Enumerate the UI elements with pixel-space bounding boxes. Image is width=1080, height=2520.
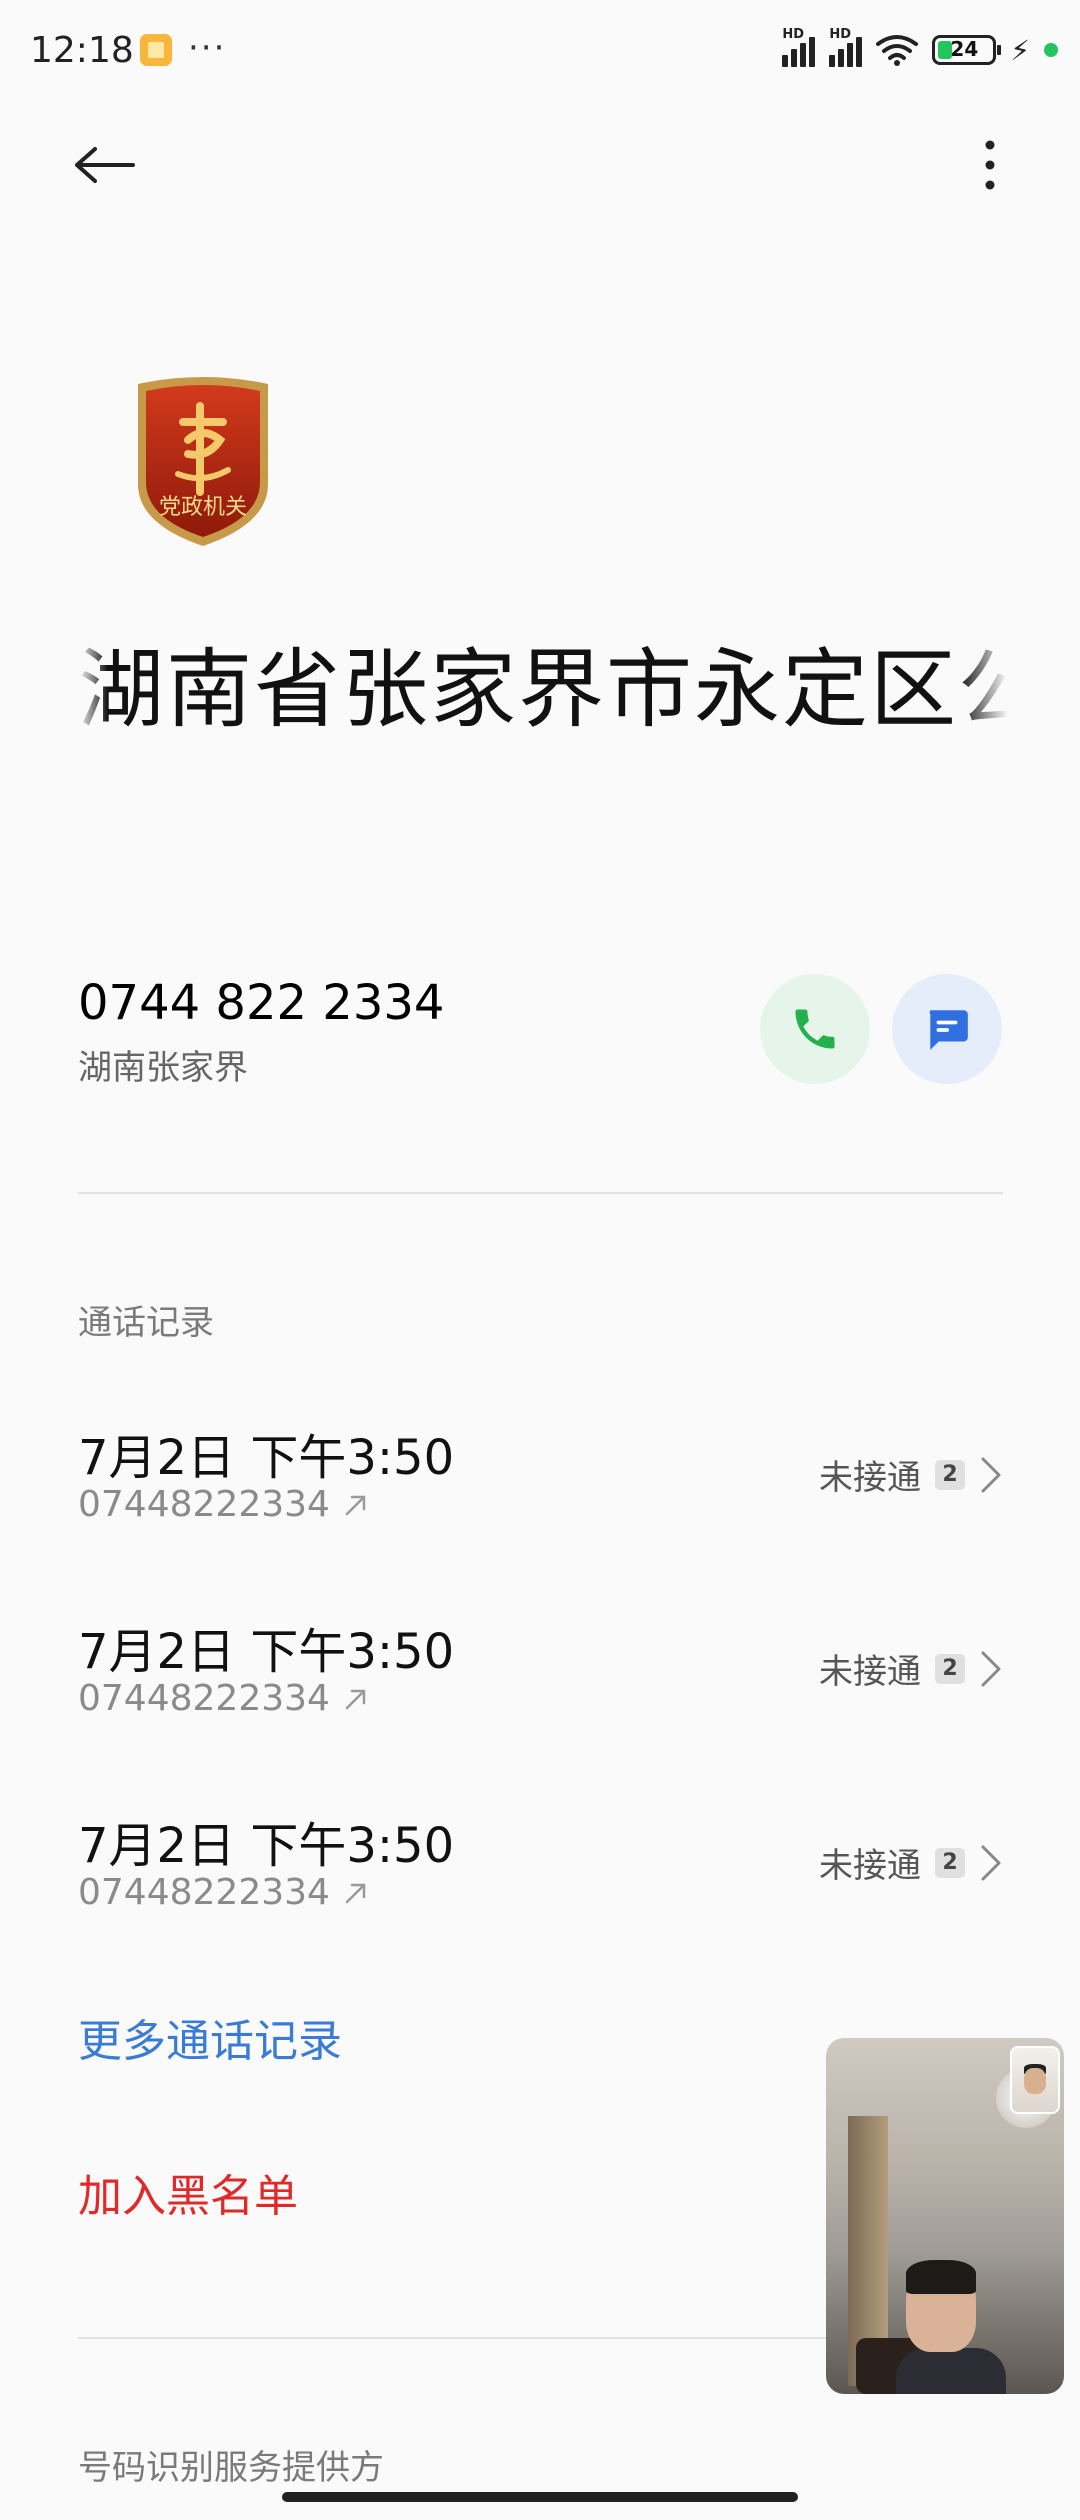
more-notifications-icon: ··· [188, 28, 227, 68]
contact-name: 湖南省张家界市永定区公 [78, 640, 1008, 740]
divider [78, 1192, 1003, 1194]
message-icon [929, 1010, 968, 1050]
contact-logo: 党政机关 [128, 374, 278, 550]
battery-level: 24 [950, 37, 979, 61]
call-number-line: 07448222334 [78, 1872, 370, 1913]
call-log-row[interactable]: 7月2日 下午3:50 07448222334 未接通 2 [78, 1806, 1003, 1946]
call-number-line: 07448222334 [78, 1484, 370, 1525]
call-datetime: 7月2日 下午3:50 [78, 1818, 455, 1874]
call-status: 未接通 2 [819, 1644, 1003, 1693]
outgoing-call-icon [345, 1689, 366, 1709]
signal-icon: HD [782, 27, 816, 67]
call-number: 07448222334 [78, 1872, 330, 1913]
hd-label: HD [782, 27, 804, 42]
call-button[interactable] [760, 974, 870, 1084]
add-to-blacklist-button[interactable]: 加入黑名单 [78, 2160, 298, 2224]
call-status: 未接通 2 [819, 1838, 1003, 1887]
chevron-right-icon [981, 1845, 1001, 1880]
video-call-window[interactable] [826, 2038, 1064, 2394]
call-status-text: 未接通 [819, 1458, 921, 1498]
call-datetime: 7月2日 下午3:50 [78, 1624, 455, 1680]
phone-icon [795, 1009, 835, 1049]
call-log-label: 通话记录 [78, 1303, 214, 1343]
more-options-button[interactable] [970, 130, 1010, 200]
outgoing-call-icon [345, 1495, 366, 1515]
call-datetime: 7月2日 下午3:50 [78, 1430, 455, 1486]
call-number: 07448222334 [78, 1484, 330, 1525]
badge-text: 党政机关 [159, 495, 247, 520]
home-indicator[interactable] [282, 2492, 798, 2502]
privacy-indicator-icon [1044, 43, 1058, 57]
call-count-badge: 2 [935, 1847, 965, 1878]
call-number-line: 07448222334 [78, 1678, 370, 1719]
contact-name-marquee: 湖南省张家界市永定区公 [78, 630, 1008, 750]
message-button[interactable] [892, 974, 1002, 1084]
more-vert-icon [985, 140, 995, 190]
phone-region: 湖南张家界 [78, 1048, 248, 1088]
call-status: 未接通 2 [819, 1450, 1003, 1499]
battery-icon: 24 [932, 35, 1002, 65]
call-count-badge: 2 [935, 1459, 965, 1490]
status-icons: HD HD 24 ⚡ [782, 27, 1058, 70]
phone-number[interactable]: 0744 822 2334 [78, 975, 444, 1031]
chevron-right-icon [981, 1651, 1001, 1686]
call-log-row[interactable]: 7月2日 下午3:50 07448222334 未接通 2 [78, 1418, 1003, 1558]
call-count-badge: 2 [935, 1653, 965, 1684]
signal-icon-2: HD [829, 27, 863, 67]
charging-icon: ⚡ [1010, 33, 1030, 67]
hd-label-2: HD [829, 27, 851, 42]
outgoing-call-icon [345, 1883, 366, 1903]
chevron-right-icon [981, 1457, 1001, 1492]
provider-label: 号码识别服务提供方 [78, 2448, 384, 2488]
wifi-icon [876, 35, 919, 66]
notification-app-icon [140, 34, 172, 66]
self-view-thumbnail[interactable] [1010, 2046, 1060, 2114]
more-call-log-link[interactable]: 更多通话记录 [78, 2005, 342, 2069]
back-arrow-icon [75, 147, 135, 183]
back-button[interactable] [70, 130, 140, 200]
call-log-row[interactable]: 7月2日 下午3:50 07448222334 未接通 2 [78, 1612, 1003, 1752]
status-time: 12:18 [30, 30, 134, 71]
call-status-text: 未接通 [819, 1846, 921, 1886]
call-number: 07448222334 [78, 1678, 330, 1719]
call-status-text: 未接通 [819, 1652, 921, 1692]
government-badge-icon: 党政机关 [138, 377, 268, 546]
